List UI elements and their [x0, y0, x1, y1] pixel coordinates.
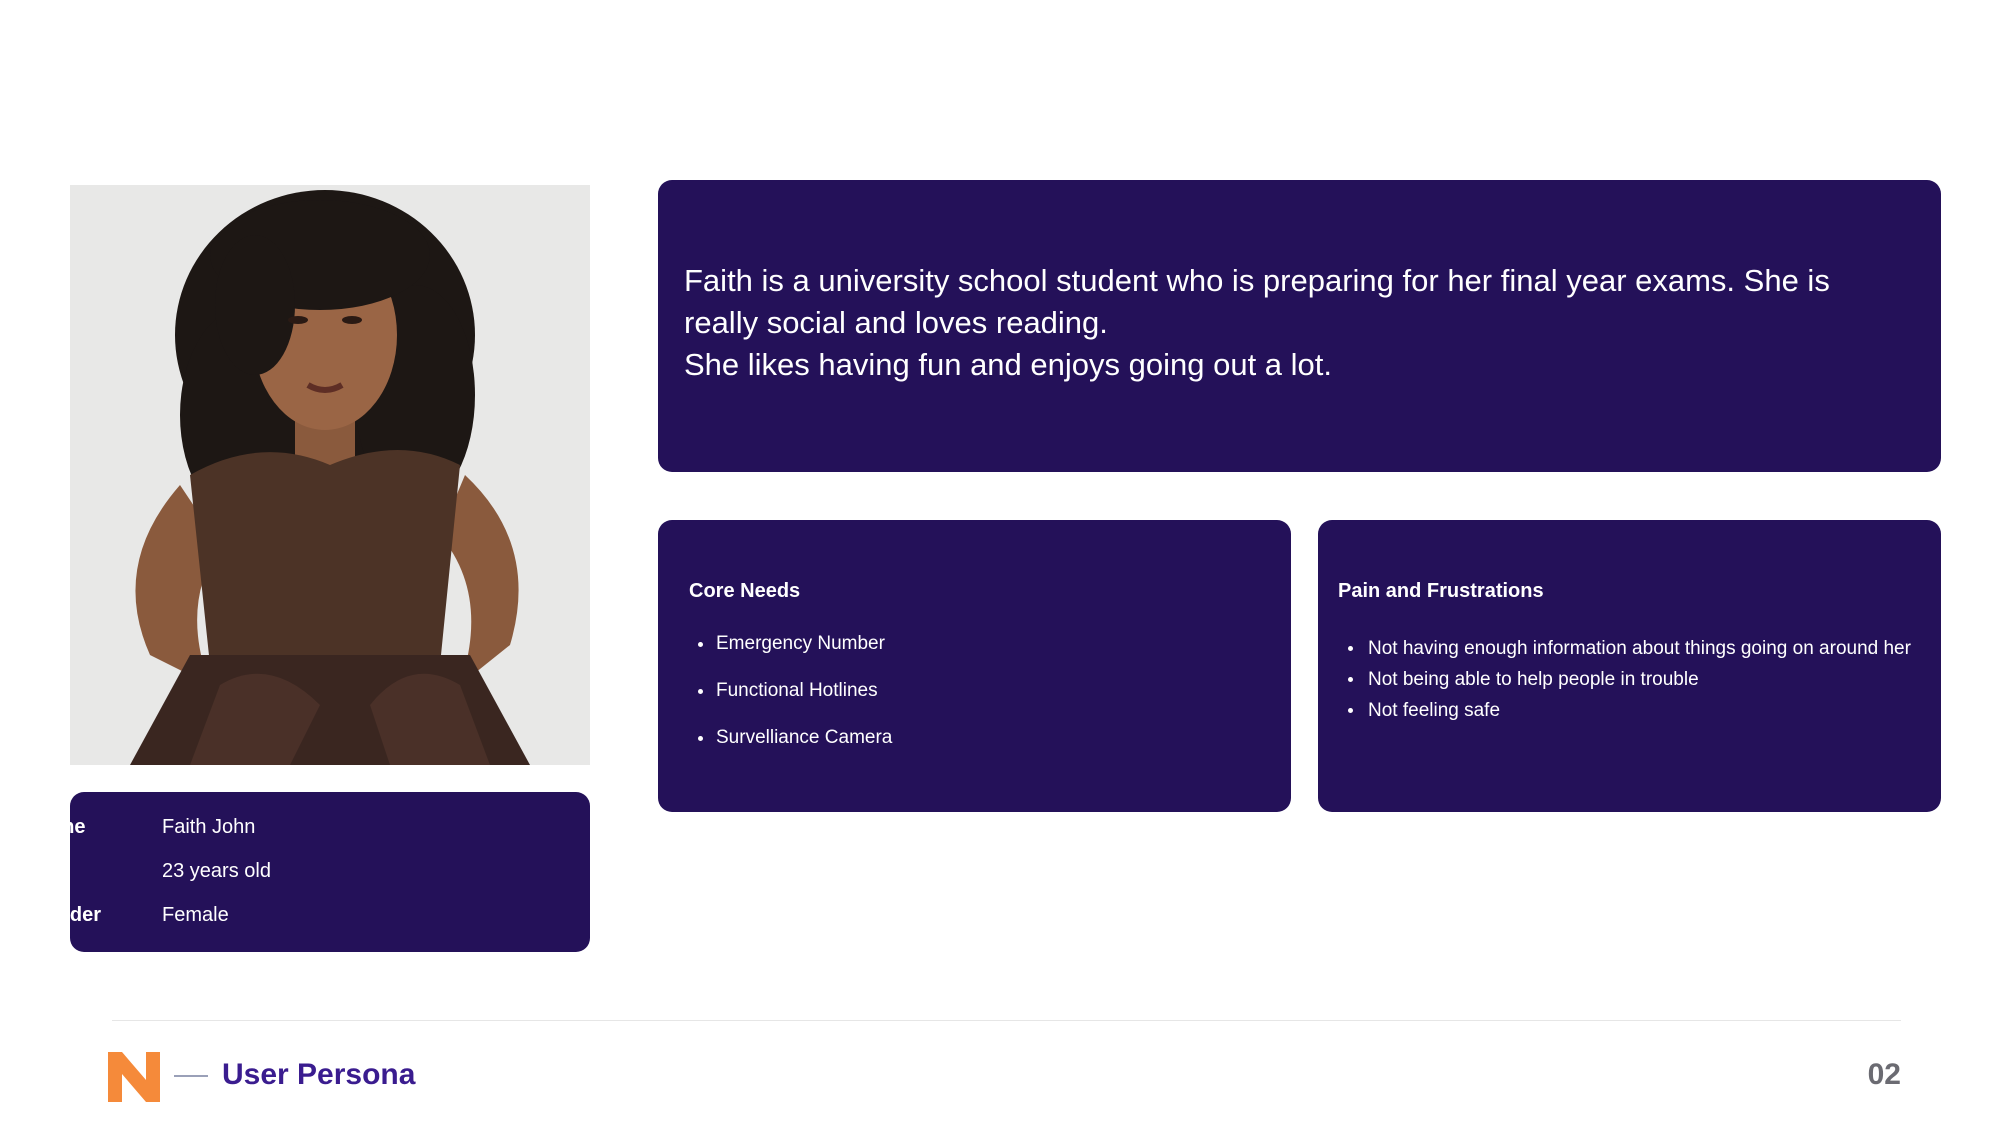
core-need-item: Emergency Number	[688, 632, 892, 679]
age-label: Age	[31, 859, 69, 882]
profile-row-name: Name Faith John	[31, 812, 255, 842]
persona-photo	[70, 185, 590, 765]
core-need-item: Survelliance Camera	[688, 726, 892, 773]
persona-slide: Name Faith John Age 23 years old Gender …	[0, 0, 2000, 1125]
pains-list: Not having enough information about thin…	[1338, 636, 1918, 729]
core-needs-card: Core Needs Emergency Number Functional H…	[658, 520, 1291, 812]
core-need-item: Functional Hotlines	[688, 679, 892, 726]
pain-item: Not being able to help people in trouble	[1338, 667, 1918, 693]
pains-card: Pain and Frustrations Not having enough …	[1318, 520, 1941, 812]
page-number: 02	[1867, 1058, 1901, 1091]
bio-line: Faith is a university school student who…	[684, 263, 1830, 298]
name-label: Name	[31, 815, 86, 838]
bio-card: Faith is a university school student who…	[658, 180, 1941, 472]
pain-item: Not feeling safe	[1338, 698, 1918, 724]
pain-item: Not having enough information about thin…	[1338, 636, 1918, 662]
footer-divider	[112, 1020, 1901, 1021]
profile-row-gender: Gender Female	[31, 900, 229, 930]
bio-text: Faith is a university school student who…	[684, 260, 1904, 386]
n-logo-icon	[108, 1052, 160, 1102]
gender-label: Gender	[31, 903, 102, 926]
persona-photo-illustration	[70, 185, 590, 765]
gender-value: Female	[162, 903, 229, 926]
bio-line: really social and loves reading.	[684, 305, 1108, 340]
core-needs-list: Emergency Number Functional Hotlines Sur…	[688, 632, 892, 773]
footer-dash	[174, 1075, 208, 1077]
pains-heading: Pain and Frustrations	[1338, 580, 1544, 602]
footer-title: User Persona	[222, 1058, 416, 1091]
bio-line: She likes having fun and enjoys going ou…	[684, 347, 1333, 382]
profile-row-age: Age 23 years old	[31, 856, 271, 886]
name-value: Faith John	[162, 815, 256, 838]
core-needs-heading: Core Needs	[689, 580, 801, 602]
age-value: 23 years old	[162, 859, 271, 882]
